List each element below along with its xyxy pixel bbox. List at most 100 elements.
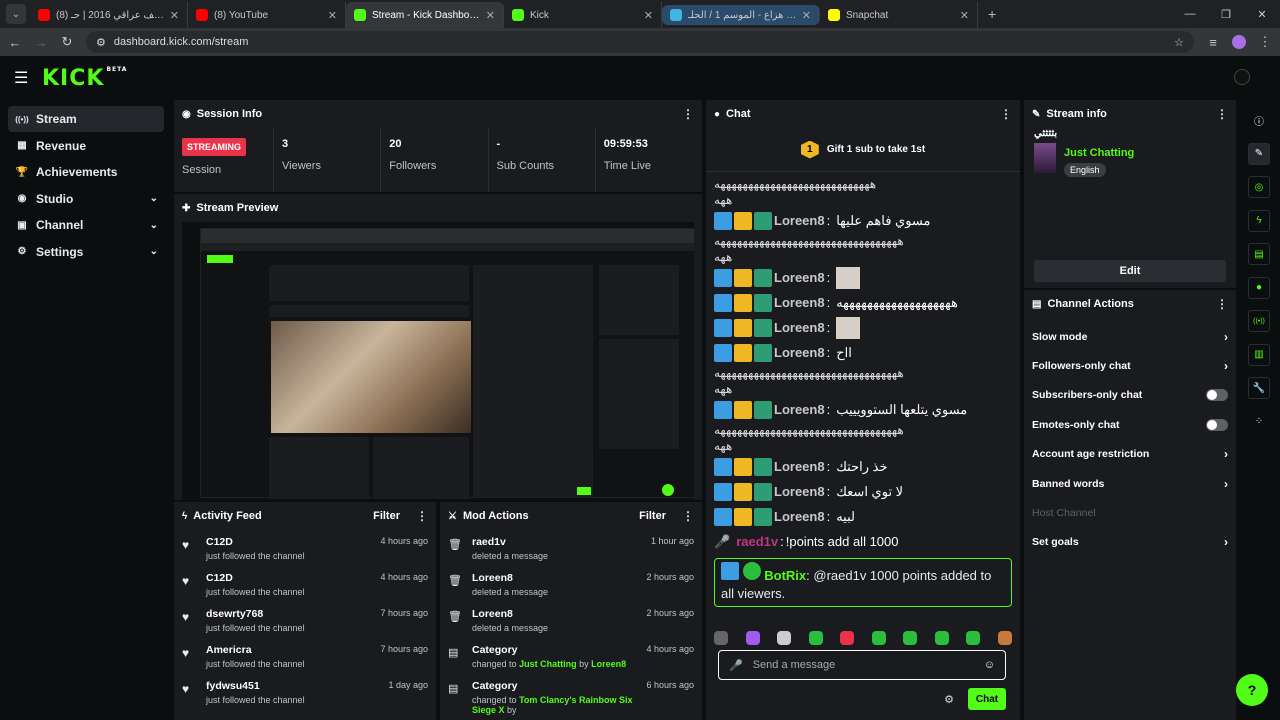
chat-username[interactable]: Loreen8: [774, 265, 825, 290]
channel-actions-menu-icon[interactable]: ⋮: [1216, 297, 1228, 311]
pencil-icon[interactable]: ✎: [1248, 142, 1270, 165]
channel-action-banned-words[interactable]: Banned words ›: [1024, 469, 1236, 498]
toggle-switch[interactable]: [1206, 389, 1228, 402]
emote-icon[interactable]: [840, 631, 855, 645]
chat-send-button[interactable]: Chat: [968, 688, 1006, 710]
hamburger-menu-icon[interactable]: ☰: [14, 68, 34, 88]
browser-tab[interactable]: شاهد هزاع - الموسم 1 / الحلـ... ✕: [662, 5, 820, 25]
gift-sub-banner[interactable]: 1 Gift 1 sub to take 1st: [706, 128, 1020, 172]
emote-icon[interactable]: [745, 631, 760, 645]
tab-close-icon[interactable]: ✕: [170, 9, 179, 22]
stream-category[interactable]: Just Chatting: [1064, 147, 1134, 159]
activity-menu-icon[interactable]: ⋮: [416, 509, 428, 523]
forward-icon[interactable]: →: [34, 35, 48, 50]
chat-username[interactable]: Loreen8: [774, 454, 825, 479]
media-icon[interactable]: ≡: [1206, 35, 1220, 50]
emote-icon[interactable]: [808, 631, 823, 645]
activity-user[interactable]: Americra: [206, 644, 380, 656]
chat-username[interactable]: Loreen8: [774, 290, 825, 315]
new-tab-button[interactable]: +: [988, 6, 996, 22]
restore-icon[interactable]: ❐: [1208, 8, 1244, 21]
edit-stream-button[interactable]: Edit: [1034, 260, 1226, 282]
browser-tab[interactable]: Kick ✕: [504, 2, 662, 28]
chat-menu-icon[interactable]: ⋮: [1000, 107, 1012, 121]
emote-icon[interactable]: [714, 631, 728, 645]
chat-input[interactable]: 🎤 Send a message ☺: [718, 650, 1006, 680]
browser-tab[interactable]: (8) YouTube ✕: [188, 2, 346, 28]
activity-user[interactable]: C12D: [206, 572, 380, 584]
channel-action-account-age-restriction[interactable]: Account age restriction ›: [1024, 440, 1236, 469]
browser-tab[interactable]: Snapchat ✕: [820, 2, 978, 28]
url-bar[interactable]: ⚙ dashboard.kick.com/stream ☆: [86, 31, 1194, 53]
activity-user[interactable]: C12D: [206, 536, 380, 548]
sidebar-item-channel[interactable]: ▣ Channel ⌄: [8, 212, 164, 238]
user-avatar[interactable]: [1234, 69, 1250, 85]
chat-username[interactable]: raed1v: [736, 529, 778, 554]
layout-icon[interactable]: ▥: [1248, 343, 1270, 366]
bot-username[interactable]: BotRix: [764, 568, 806, 583]
chat-settings-icon[interactable]: ⚙: [944, 693, 954, 706]
browser-tab[interactable]: (8) اغاني ارشيف عراقي 2016 | حـ... ✕: [30, 2, 188, 28]
chat-username[interactable]: Loreen8: [774, 504, 825, 529]
kick-logo[interactable]: KICK BETA: [42, 66, 127, 91]
emote-icon[interactable]: [777, 631, 792, 645]
emote-icon[interactable]: [966, 631, 981, 645]
stream-preview-video[interactable]: [182, 222, 694, 500]
profile-avatar[interactable]: [1232, 35, 1246, 49]
info-icon[interactable]: ⓘ: [1248, 109, 1270, 131]
sidebar-item-stream[interactable]: ((•)) Stream: [8, 106, 164, 132]
toggle-switch[interactable]: [1206, 418, 1228, 431]
wrench-icon[interactable]: 🔧: [1248, 377, 1270, 399]
tab-close-icon[interactable]: ✕: [960, 9, 969, 22]
sidebar-item-settings[interactable]: ⚙ Settings ⌄: [8, 239, 164, 265]
channel-action-set-goals[interactable]: Set goals ›: [1024, 528, 1236, 557]
channel-action-subscribers-only-chat[interactable]: Subscribers-only chat: [1024, 381, 1236, 410]
browser-tab[interactable]: Stream - Kick Dashboard ✕: [346, 2, 504, 28]
chat-username[interactable]: Loreen8: [774, 315, 825, 340]
chat-icon[interactable]: ●: [1248, 276, 1270, 299]
sidebar-item-achievements[interactable]: 🏆 Achievements: [8, 159, 164, 185]
lightning-icon[interactable]: ϟ: [1248, 209, 1270, 232]
tab-close-icon[interactable]: ✕: [644, 9, 653, 22]
chat-username[interactable]: Loreen8: [774, 208, 825, 233]
mod-action-user[interactable]: Loreen8: [472, 572, 646, 584]
broadcast-icon[interactable]: ((•)): [1248, 310, 1270, 332]
channel-action-followers-only-chat[interactable]: Followers-only chat ›: [1024, 351, 1236, 380]
chat-username[interactable]: Loreen8: [774, 340, 825, 365]
activity-user[interactable]: fydwsu451: [206, 680, 388, 692]
mod-action-user[interactable]: Category: [472, 680, 646, 692]
doc-icon[interactable]: ▤: [1248, 243, 1270, 265]
channel-action-emotes-only-chat[interactable]: Emotes-only chat: [1024, 410, 1236, 439]
tab-close-icon[interactable]: ✕: [486, 9, 495, 22]
mod-action-user[interactable]: Category: [472, 644, 646, 656]
emote-icon[interactable]: [871, 631, 886, 645]
session-menu-icon[interactable]: ⋮: [682, 107, 694, 121]
mod-sub-category[interactable]: Just Chatting: [519, 659, 577, 669]
browser-menu-icon[interactable]: ⋮: [1258, 34, 1272, 50]
tab-search-icon[interactable]: ⌄: [6, 4, 26, 24]
mod-menu-icon[interactable]: ⋮: [682, 509, 694, 523]
chat-username[interactable]: Loreen8: [774, 397, 825, 422]
mod-action-user[interactable]: raed1v: [472, 536, 651, 548]
tab-close-icon[interactable]: ✕: [328, 9, 337, 22]
chat-username[interactable]: Loreen8: [774, 479, 825, 504]
minimize-icon[interactable]: —: [1172, 8, 1208, 20]
mic-icon[interactable]: 🎤: [729, 659, 743, 672]
emote-icon[interactable]: [934, 631, 949, 645]
mod-sub-user[interactable]: Loreen8: [591, 659, 626, 669]
site-info-icon[interactable]: ⚙: [96, 36, 106, 49]
emoji-icon[interactable]: ☺: [984, 659, 995, 671]
activity-filter-button[interactable]: Filter: [373, 510, 400, 522]
channel-action-slow-mode[interactable]: Slow mode ›: [1024, 322, 1236, 351]
chat-messages[interactable]: ههههههههههههههههههههههههههههه ههه Loreen8:…: [706, 172, 1020, 646]
mod-action-user[interactable]: Loreen8: [472, 608, 646, 620]
dots-icon[interactable]: ⁘: [1248, 411, 1270, 433]
activity-user[interactable]: dsewrty768: [206, 608, 380, 620]
stream-info-menu-icon[interactable]: ⋮: [1216, 107, 1228, 121]
sidebar-item-revenue[interactable]: ▦ Revenue: [8, 133, 164, 159]
tab-close-icon[interactable]: ✕: [802, 9, 811, 22]
close-window-icon[interactable]: ✕: [1244, 8, 1280, 21]
help-support-button[interactable]: ?: [1236, 674, 1268, 706]
camera-icon[interactable]: ◎: [1248, 176, 1270, 198]
reload-icon[interactable]: ↻: [60, 34, 74, 50]
